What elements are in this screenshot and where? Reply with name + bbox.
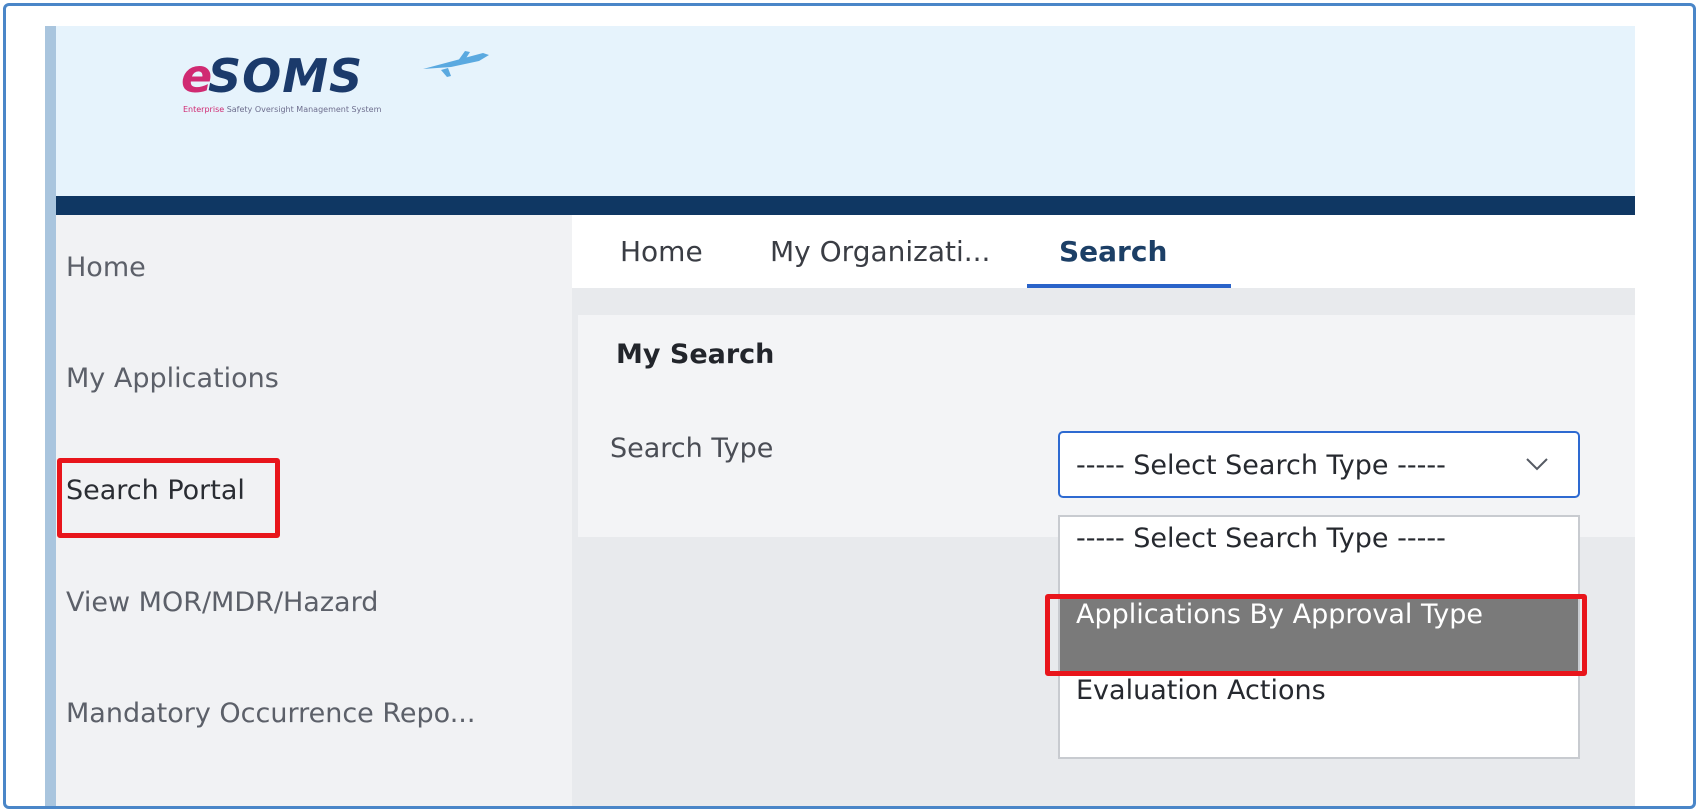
search-type-selected-value: ----- Select Search Type ----- bbox=[1076, 450, 1446, 481]
logo-tagline: Enterprise Safety Oversight Management S… bbox=[183, 105, 381, 114]
panel-title: My Search bbox=[616, 339, 775, 370]
tab-search[interactable]: Search bbox=[1059, 235, 1167, 268]
esoms-logo[interactable]: e SOMS Enterprise Safety Oversight Manag… bbox=[181, 43, 501, 119]
logo-tagline-rest: Safety Oversight Management System bbox=[224, 105, 382, 114]
sidebar-item-home[interactable]: Home bbox=[66, 252, 146, 283]
app-header: e SOMS Enterprise Safety Oversight Manag… bbox=[56, 26, 1635, 196]
chevron-down-icon bbox=[1526, 458, 1548, 471]
search-type-label: Search Type bbox=[610, 433, 774, 464]
search-type-select[interactable]: ----- Select Search Type ----- bbox=[1058, 431, 1580, 498]
sidebar-item-mandatory-occurrence-report[interactable]: Mandatory Occurrence Repo... bbox=[66, 698, 475, 729]
logo-wordmark: SOMS bbox=[208, 49, 364, 103]
highlight-box-approval-type-option bbox=[1045, 594, 1587, 676]
tab-home[interactable]: Home bbox=[620, 235, 703, 268]
my-search-panel: My Search Search Type bbox=[578, 315, 1635, 537]
tab-bar: Home My Organizati... Search bbox=[588, 215, 1635, 288]
header-navy-bar bbox=[56, 196, 1635, 215]
option-evaluation-actions[interactable]: Evaluation Actions bbox=[1060, 675, 1578, 751]
option-select-search-type[interactable]: ----- Select Search Type ----- bbox=[1060, 523, 1578, 599]
sidebar-item-my-applications[interactable]: My Applications bbox=[66, 363, 279, 394]
left-accent-stripe bbox=[45, 26, 56, 806]
sidebar-item-view-mor-mdr-hazard[interactable]: View MOR/MDR/Hazard bbox=[66, 587, 378, 618]
highlight-box-search-portal bbox=[57, 458, 280, 538]
airplane-icon bbox=[423, 51, 489, 77]
tab-my-organization[interactable]: My Organizati... bbox=[770, 235, 990, 268]
logo-tagline-accent: Enterprise bbox=[183, 105, 225, 114]
